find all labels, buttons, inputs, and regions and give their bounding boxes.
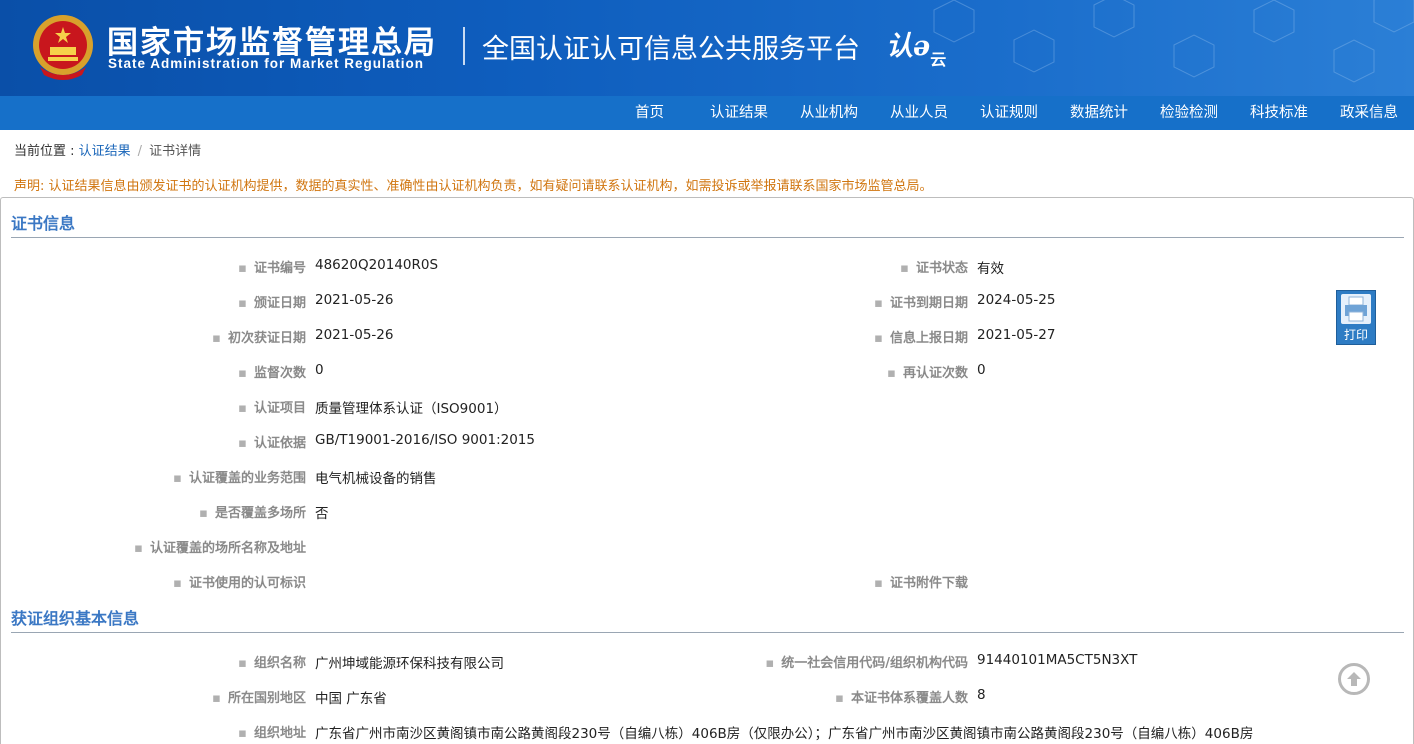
field-value-expiry-date: 2024-05-25 — [977, 292, 1056, 308]
field-label-org-name: 组织名称 — [238, 652, 306, 671]
field-value-org-address: 广东省广州市南沙区黄阁镇市南公路黄阁段230号（自编八栋）406B房（仅限办公）… — [315, 726, 1254, 742]
field-label-cert-status: 证书状态 — [900, 257, 968, 276]
cert-section-title: 证书信息 — [11, 214, 76, 233]
printer-icon — [1341, 294, 1371, 324]
field-label-org-address: 组织地址 — [238, 722, 306, 741]
nav-inspection[interactable]: 检验检测 — [1160, 96, 1218, 130]
nav-statistics[interactable]: 数据统计 — [1070, 96, 1128, 130]
field-label-first-issue-date: 初次获证日期 — [212, 327, 306, 346]
nav-personnel[interactable]: 从业人员 — [890, 96, 948, 130]
nav-institutions[interactable]: 从业机构 — [800, 96, 858, 130]
field-value-cert-project: 质量管理体系认证（ISO9001） — [315, 401, 508, 417]
field-value-cert-status: 有效 — [977, 261, 1004, 277]
field-label-supervision-count: 监督次数 — [238, 362, 306, 381]
field-label-multi-site: 是否覆盖多场所 — [199, 502, 306, 521]
field-value-covered-people: 8 — [977, 687, 986, 703]
hexagon-pattern-decoration — [933, 0, 1414, 83]
field-label-business-scope: 认证覆盖的业务范围 — [173, 467, 306, 486]
field-label-recert-count: 再认证次数 — [887, 362, 968, 381]
field-label-credit-code: 统一社会信用代码/组织机构代码 — [765, 652, 968, 671]
breadcrumb: 当前位置 : 认证结果 / 证书详情 — [14, 140, 201, 159]
agency-title-en: State Administration for Market Regulati… — [108, 56, 425, 71]
field-label-attachment-download[interactable]: 证书附件下载 — [874, 572, 968, 591]
field-label-cert-no: 证书编号 — [238, 257, 306, 276]
breadcrumb-current: 证书详情 — [149, 144, 202, 159]
field-value-report-date: 2021-05-27 — [977, 327, 1056, 343]
field-label-issue-date: 颁证日期 — [238, 292, 306, 311]
print-button-label: 打印 — [1343, 328, 1368, 342]
org-section-divider — [11, 632, 1404, 633]
renyun-logo: 认ə云 — [886, 31, 947, 69]
field-value-issue-date: 2021-05-26 — [315, 292, 394, 308]
nav-home[interactable]: 首页 — [635, 96, 664, 130]
field-value-cert-basis: GB/T19001-2016/ISO 9001:2015 — [315, 432, 535, 448]
disclaimer-notice: 声明: 认证结果信息由颁发证书的认证机构提供，数据的真实性、准确性由认证机构负责… — [14, 179, 933, 194]
cert-section-divider — [11, 237, 1404, 238]
breadcrumb-separator: / — [137, 144, 143, 159]
nav-cert-results[interactable]: 认证结果 — [710, 96, 768, 130]
site-banner: 国家市场监督管理总局 State Administration for Mark… — [0, 0, 1414, 96]
field-value-first-issue-date: 2021-05-26 — [315, 327, 394, 343]
field-label-region: 所在国别地区 — [212, 687, 306, 706]
nav-standards[interactable]: 科技标准 — [1250, 96, 1308, 130]
field-value-credit-code: 91440101MA5CT5N3XT — [977, 652, 1138, 668]
breadcrumb-prefix: 当前位置 : — [14, 144, 79, 159]
back-to-top-button[interactable] — [1338, 663, 1370, 695]
arrow-up-circle-icon — [1347, 672, 1361, 686]
field-value-region: 中国 广东省 — [315, 691, 387, 707]
field-value-business-scope: 电气机械设备的销售 — [315, 471, 437, 487]
org-section-title: 获证组织基本信息 — [11, 609, 140, 628]
print-button[interactable]: 打印 — [1336, 290, 1376, 345]
field-value-multi-site: 否 — [315, 506, 329, 522]
field-value-org-name: 广州坤域能源环保科技有限公司 — [315, 656, 504, 672]
field-value-cert-no: 48620Q20140R0S — [315, 257, 439, 273]
field-label-cert-project: 认证项目 — [238, 397, 306, 416]
field-value-recert-count: 0 — [977, 362, 986, 378]
national-emblem-icon — [33, 15, 93, 80]
field-value-supervision-count: 0 — [315, 362, 324, 378]
banner-divider — [463, 27, 465, 65]
field-label-expiry-date: 证书到期日期 — [874, 292, 968, 311]
logo-text: 认 — [886, 31, 913, 62]
logo-sub: 云 — [930, 50, 947, 69]
nav-rules[interactable]: 认证规则 — [980, 96, 1038, 130]
nav-procurement[interactable]: 政采信息 — [1340, 96, 1398, 130]
field-label-accreditation-mark: 证书使用的认可标识 — [173, 572, 306, 591]
main-nav: 首页 认证结果 从业机构 从业人员 认证规则 数据统计 检验检测 科技标准 政采… — [0, 96, 1414, 130]
field-label-report-date: 信息上报日期 — [874, 327, 968, 346]
platform-title: 全国认证认可信息公共服务平台 — [482, 34, 860, 65]
field-label-covered-people: 本证书体系覆盖人数 — [835, 687, 968, 706]
field-label-cert-basis: 认证依据 — [238, 432, 306, 451]
breadcrumb-link-cert-results[interactable]: 认证结果 — [79, 144, 131, 159]
field-label-site-names: 认证覆盖的场所名称及地址 — [134, 537, 306, 556]
